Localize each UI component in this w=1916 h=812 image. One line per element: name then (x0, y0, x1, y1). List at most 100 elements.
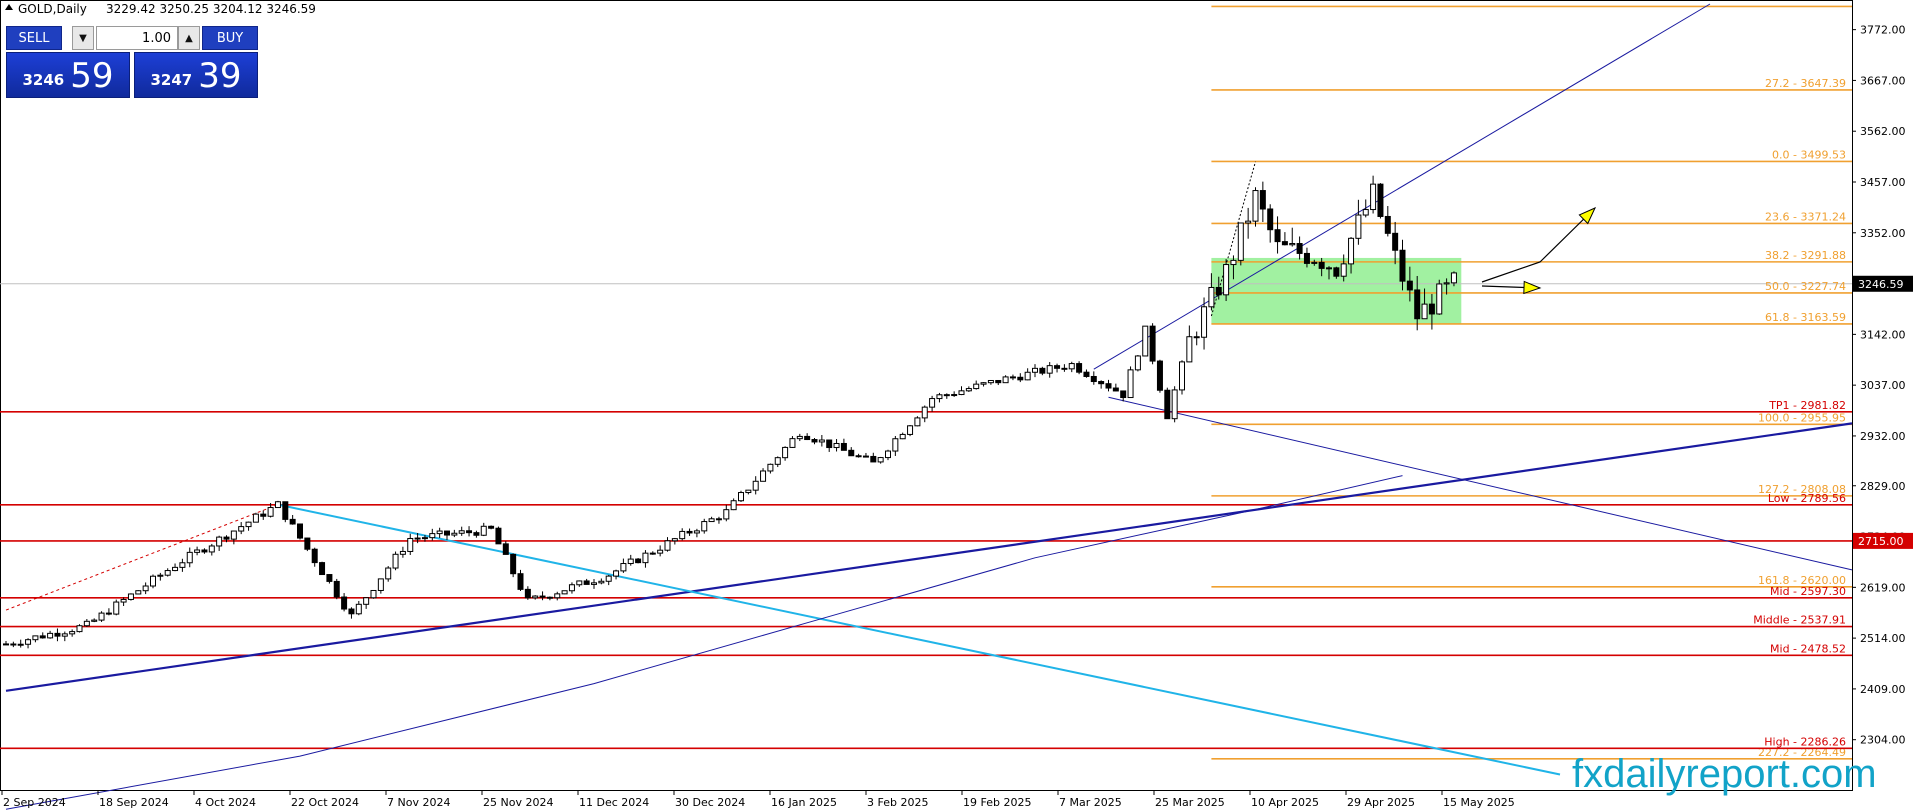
candle-body (554, 593, 561, 599)
candle-body (267, 507, 274, 517)
candle-body (885, 450, 891, 459)
level-label: TP1 - 2981.82 (1768, 399, 1846, 412)
y-tick-label: 2304.00 (1860, 734, 1906, 747)
candle-body (738, 492, 744, 502)
candle-body (943, 394, 950, 397)
candle-body (987, 379, 994, 384)
candle-body (105, 612, 112, 615)
x-tick-label: 25 Nov 2024 (483, 796, 553, 809)
candle-body (1171, 389, 1178, 420)
candle-body (407, 537, 414, 552)
level-label: High - 2286.26 (1764, 735, 1846, 748)
bid-price-box[interactable]: 3246 59 (6, 52, 130, 98)
fib-level-label: 0.0 - 3499.53 (1772, 148, 1846, 161)
candle-body (723, 509, 730, 520)
lot-increase-button[interactable]: ▲ (178, 26, 200, 50)
candle-body (274, 501, 281, 509)
candle-body (686, 530, 693, 534)
candle-body (238, 526, 245, 532)
candle-body (796, 435, 803, 440)
candle-body (1355, 214, 1362, 239)
candle-body (135, 590, 142, 595)
y-tick-label: 2932.00 (1860, 430, 1906, 443)
candle-body (1186, 336, 1193, 363)
y-tick-label: 3772.00 (1860, 24, 1906, 37)
candle-body (341, 596, 348, 610)
candle-body (414, 537, 421, 540)
x-tick-label: 19 Feb 2025 (963, 796, 1031, 809)
candle-body (201, 549, 208, 553)
candle-body (965, 388, 972, 392)
candle-body (98, 612, 105, 621)
candle-body (583, 580, 590, 585)
level-label: Low - 2789.56 (1768, 492, 1846, 505)
price-chart[interactable]: GOLD,Daily 3229.42 3250.25 3204.12 3246.5… (0, 0, 1916, 812)
candle-body (1450, 272, 1457, 284)
candle-body (39, 635, 46, 639)
candle-body (436, 530, 443, 535)
chart-window[interactable]: GOLD,Daily 3229.42 3250.25 3204.12 3246.5… (0, 0, 1916, 812)
candle-body (83, 620, 90, 627)
candle-body (1318, 261, 1325, 269)
candle-body (260, 513, 267, 517)
candle-body (466, 530, 473, 534)
candle-body (1326, 267, 1332, 270)
candle-body (363, 597, 370, 605)
candle-body (480, 525, 487, 536)
candle-body (1098, 381, 1105, 385)
candle-body (1245, 220, 1252, 224)
fib-level-label: 27.2 - 3647.39 (1765, 77, 1846, 90)
candle-body (1156, 360, 1163, 391)
candle-body (1340, 263, 1347, 277)
candle-body (561, 590, 568, 595)
candle-body (899, 433, 906, 440)
candle-body (1127, 369, 1134, 399)
candle-body (282, 501, 289, 520)
candle-body (1046, 365, 1053, 374)
candle-body (399, 550, 406, 555)
chevron-down-icon: ▼ (79, 32, 87, 44)
candle-body (568, 584, 575, 592)
candle-body (613, 570, 620, 577)
candle-body (649, 552, 656, 555)
buy-button[interactable]: BUY (202, 26, 258, 50)
candle-body (635, 558, 642, 564)
candle-body (510, 553, 517, 575)
candle-body (194, 549, 201, 553)
sell-button[interactable]: SELL (6, 26, 62, 50)
candle-body (951, 394, 958, 397)
lot-decrease-button[interactable]: ▼ (72, 26, 94, 50)
candle-body (1289, 243, 1296, 246)
lot-size-input[interactable] (96, 26, 178, 50)
candle-body (1149, 325, 1156, 362)
candle-body (715, 518, 722, 521)
candle-body (179, 562, 186, 568)
candle-body (782, 446, 789, 459)
candle-body (76, 625, 83, 633)
candle-body (892, 438, 899, 452)
candle-body (1274, 229, 1281, 243)
candle-body (1105, 383, 1112, 389)
candle-body (1384, 215, 1391, 234)
candle-body (1024, 371, 1031, 381)
candle-body (245, 521, 252, 528)
candle-body (1039, 367, 1046, 374)
candle-body (1223, 264, 1230, 296)
one-click-trading-panel: SELL ▼ ▲ BUY 3246 59 3247 39 (6, 26, 258, 98)
candle-body (421, 537, 428, 540)
candle-body (113, 601, 120, 615)
candle-body (3, 643, 9, 646)
x-tick-label: 29 Apr 2025 (1347, 796, 1415, 809)
symbol-label: GOLD,Daily (18, 2, 87, 16)
candle-body (502, 543, 509, 555)
candle-body (848, 449, 855, 457)
y-tick-label: 3142.00 (1860, 328, 1906, 341)
ask-price-box[interactable]: 3247 39 (134, 52, 258, 98)
candle-body (664, 540, 671, 551)
candle-body (818, 439, 825, 443)
candle-body (877, 457, 884, 463)
candle-body (870, 455, 877, 463)
candle-body (774, 457, 781, 465)
candle-body (936, 394, 943, 400)
candle-body (1370, 183, 1377, 211)
